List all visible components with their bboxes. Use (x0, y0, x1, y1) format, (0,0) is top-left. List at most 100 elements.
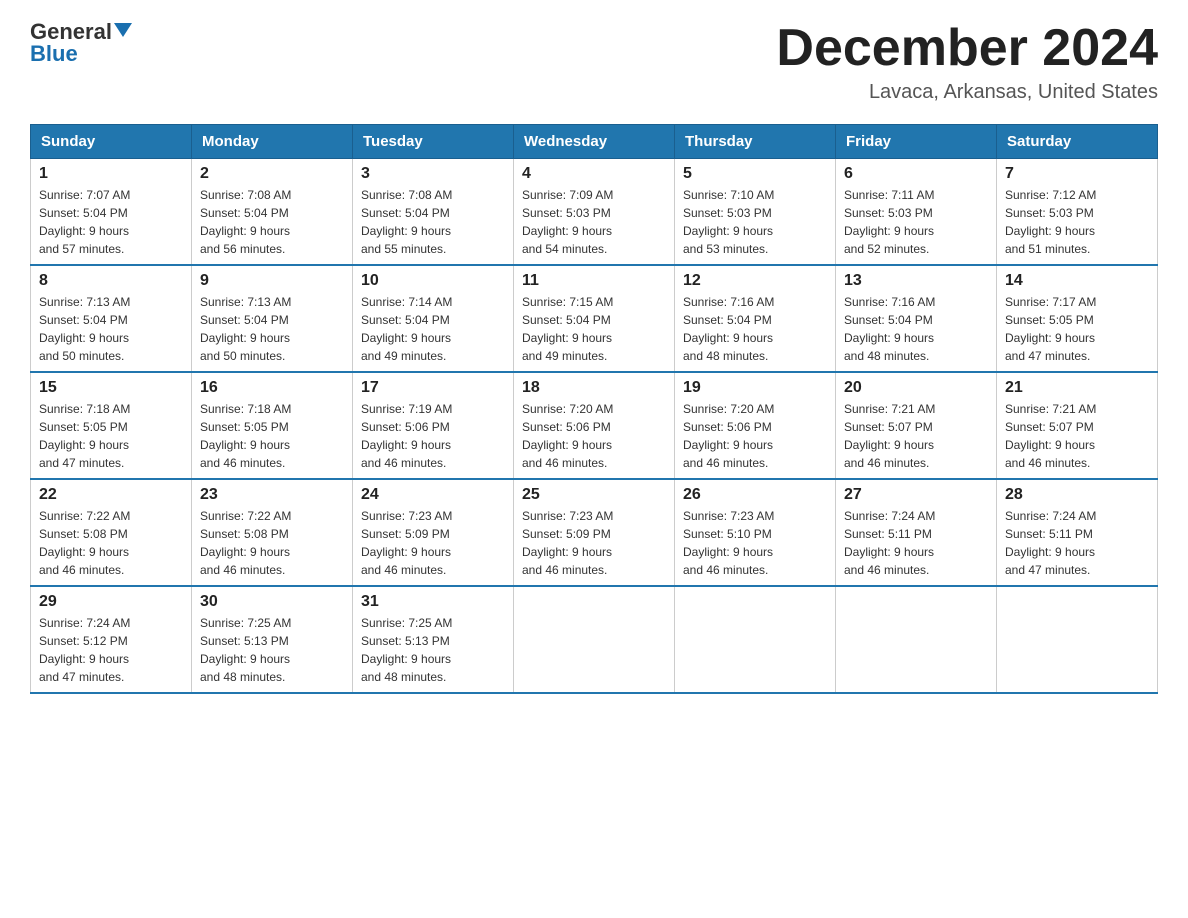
calendar-cell: 13 Sunrise: 7:16 AM Sunset: 5:04 PM Dayl… (836, 265, 997, 372)
day-number: 17 (361, 379, 505, 397)
day-number: 6 (844, 165, 988, 183)
day-number: 13 (844, 272, 988, 290)
day-number: 7 (1005, 165, 1149, 183)
calendar-table: Sunday Monday Tuesday Wednesday Thursday… (30, 124, 1158, 694)
day-number: 29 (39, 593, 183, 611)
calendar-cell: 18 Sunrise: 7:20 AM Sunset: 5:06 PM Dayl… (514, 372, 675, 479)
day-info: Sunrise: 7:12 AM Sunset: 5:03 PM Dayligh… (1005, 186, 1149, 258)
calendar-subtitle: Lavaca, Arkansas, United States (776, 81, 1158, 104)
calendar-cell: 6 Sunrise: 7:11 AM Sunset: 5:03 PM Dayli… (836, 159, 997, 266)
calendar-cell: 17 Sunrise: 7:19 AM Sunset: 5:06 PM Dayl… (353, 372, 514, 479)
calendar-cell (997, 586, 1158, 693)
day-info: Sunrise: 7:24 AM Sunset: 5:12 PM Dayligh… (39, 614, 183, 686)
calendar-cell: 1 Sunrise: 7:07 AM Sunset: 5:04 PM Dayli… (31, 159, 192, 266)
day-number: 30 (200, 593, 344, 611)
calendar-cell: 26 Sunrise: 7:23 AM Sunset: 5:10 PM Dayl… (675, 479, 836, 586)
day-info: Sunrise: 7:15 AM Sunset: 5:04 PM Dayligh… (522, 293, 666, 365)
calendar-week-5: 29 Sunrise: 7:24 AM Sunset: 5:12 PM Dayl… (31, 586, 1158, 693)
calendar-cell: 22 Sunrise: 7:22 AM Sunset: 5:08 PM Dayl… (31, 479, 192, 586)
day-info: Sunrise: 7:07 AM Sunset: 5:04 PM Dayligh… (39, 186, 183, 258)
day-number: 22 (39, 486, 183, 504)
calendar-cell: 4 Sunrise: 7:09 AM Sunset: 5:03 PM Dayli… (514, 159, 675, 266)
day-number: 5 (683, 165, 827, 183)
calendar-cell: 2 Sunrise: 7:08 AM Sunset: 5:04 PM Dayli… (192, 159, 353, 266)
title-block: December 2024 Lavaca, Arkansas, United S… (776, 20, 1158, 104)
calendar-cell: 28 Sunrise: 7:24 AM Sunset: 5:11 PM Dayl… (997, 479, 1158, 586)
day-info: Sunrise: 7:18 AM Sunset: 5:05 PM Dayligh… (200, 400, 344, 472)
calendar-cell: 20 Sunrise: 7:21 AM Sunset: 5:07 PM Dayl… (836, 372, 997, 479)
day-info: Sunrise: 7:10 AM Sunset: 5:03 PM Dayligh… (683, 186, 827, 258)
day-number: 2 (200, 165, 344, 183)
day-number: 18 (522, 379, 666, 397)
day-number: 25 (522, 486, 666, 504)
col-monday: Monday (192, 125, 353, 159)
calendar-cell: 19 Sunrise: 7:20 AM Sunset: 5:06 PM Dayl… (675, 372, 836, 479)
calendar-cell: 24 Sunrise: 7:23 AM Sunset: 5:09 PM Dayl… (353, 479, 514, 586)
calendar-cell: 23 Sunrise: 7:22 AM Sunset: 5:08 PM Dayl… (192, 479, 353, 586)
col-sunday: Sunday (31, 125, 192, 159)
calendar-title: December 2024 (776, 20, 1158, 77)
day-number: 23 (200, 486, 344, 504)
calendar-cell (675, 586, 836, 693)
calendar-week-4: 22 Sunrise: 7:22 AM Sunset: 5:08 PM Dayl… (31, 479, 1158, 586)
day-number: 26 (683, 486, 827, 504)
calendar-cell: 9 Sunrise: 7:13 AM Sunset: 5:04 PM Dayli… (192, 265, 353, 372)
day-info: Sunrise: 7:24 AM Sunset: 5:11 PM Dayligh… (1005, 507, 1149, 579)
col-saturday: Saturday (997, 125, 1158, 159)
day-info: Sunrise: 7:21 AM Sunset: 5:07 PM Dayligh… (844, 400, 988, 472)
day-number: 1 (39, 165, 183, 183)
day-number: 20 (844, 379, 988, 397)
day-info: Sunrise: 7:24 AM Sunset: 5:11 PM Dayligh… (844, 507, 988, 579)
calendar-cell: 10 Sunrise: 7:14 AM Sunset: 5:04 PM Dayl… (353, 265, 514, 372)
col-friday: Friday (836, 125, 997, 159)
day-number: 14 (1005, 272, 1149, 290)
calendar-cell: 27 Sunrise: 7:24 AM Sunset: 5:11 PM Dayl… (836, 479, 997, 586)
day-info: Sunrise: 7:25 AM Sunset: 5:13 PM Dayligh… (200, 614, 344, 686)
calendar-cell: 7 Sunrise: 7:12 AM Sunset: 5:03 PM Dayli… (997, 159, 1158, 266)
calendar-cell: 29 Sunrise: 7:24 AM Sunset: 5:12 PM Dayl… (31, 586, 192, 693)
day-info: Sunrise: 7:23 AM Sunset: 5:10 PM Dayligh… (683, 507, 827, 579)
calendar-cell (836, 586, 997, 693)
calendar-cell: 12 Sunrise: 7:16 AM Sunset: 5:04 PM Dayl… (675, 265, 836, 372)
day-info: Sunrise: 7:23 AM Sunset: 5:09 PM Dayligh… (522, 507, 666, 579)
calendar-cell: 21 Sunrise: 7:21 AM Sunset: 5:07 PM Dayl… (997, 372, 1158, 479)
day-info: Sunrise: 7:13 AM Sunset: 5:04 PM Dayligh… (200, 293, 344, 365)
day-info: Sunrise: 7:11 AM Sunset: 5:03 PM Dayligh… (844, 186, 988, 258)
day-number: 31 (361, 593, 505, 611)
calendar-cell: 8 Sunrise: 7:13 AM Sunset: 5:04 PM Dayli… (31, 265, 192, 372)
calendar-cell: 5 Sunrise: 7:10 AM Sunset: 5:03 PM Dayli… (675, 159, 836, 266)
day-number: 24 (361, 486, 505, 504)
day-info: Sunrise: 7:08 AM Sunset: 5:04 PM Dayligh… (361, 186, 505, 258)
calendar-cell: 14 Sunrise: 7:17 AM Sunset: 5:05 PM Dayl… (997, 265, 1158, 372)
calendar-cell: 16 Sunrise: 7:18 AM Sunset: 5:05 PM Dayl… (192, 372, 353, 479)
calendar-week-2: 8 Sunrise: 7:13 AM Sunset: 5:04 PM Dayli… (31, 265, 1158, 372)
col-wednesday: Wednesday (514, 125, 675, 159)
logo: General Blue (30, 20, 132, 66)
day-info: Sunrise: 7:20 AM Sunset: 5:06 PM Dayligh… (683, 400, 827, 472)
day-number: 4 (522, 165, 666, 183)
day-info: Sunrise: 7:16 AM Sunset: 5:04 PM Dayligh… (844, 293, 988, 365)
logo-text-blue: Blue (30, 42, 78, 66)
day-number: 10 (361, 272, 505, 290)
day-info: Sunrise: 7:20 AM Sunset: 5:06 PM Dayligh… (522, 400, 666, 472)
day-info: Sunrise: 7:23 AM Sunset: 5:09 PM Dayligh… (361, 507, 505, 579)
day-number: 21 (1005, 379, 1149, 397)
day-info: Sunrise: 7:21 AM Sunset: 5:07 PM Dayligh… (1005, 400, 1149, 472)
col-thursday: Thursday (675, 125, 836, 159)
calendar-cell: 25 Sunrise: 7:23 AM Sunset: 5:09 PM Dayl… (514, 479, 675, 586)
day-number: 3 (361, 165, 505, 183)
calendar-header-row: Sunday Monday Tuesday Wednesday Thursday… (31, 125, 1158, 159)
day-info: Sunrise: 7:13 AM Sunset: 5:04 PM Dayligh… (39, 293, 183, 365)
day-number: 27 (844, 486, 988, 504)
day-number: 8 (39, 272, 183, 290)
calendar-cell: 30 Sunrise: 7:25 AM Sunset: 5:13 PM Dayl… (192, 586, 353, 693)
day-info: Sunrise: 7:17 AM Sunset: 5:05 PM Dayligh… (1005, 293, 1149, 365)
day-info: Sunrise: 7:08 AM Sunset: 5:04 PM Dayligh… (200, 186, 344, 258)
calendar-cell: 15 Sunrise: 7:18 AM Sunset: 5:05 PM Dayl… (31, 372, 192, 479)
day-info: Sunrise: 7:22 AM Sunset: 5:08 PM Dayligh… (200, 507, 344, 579)
col-tuesday: Tuesday (353, 125, 514, 159)
calendar-week-1: 1 Sunrise: 7:07 AM Sunset: 5:04 PM Dayli… (31, 159, 1158, 266)
calendar-week-3: 15 Sunrise: 7:18 AM Sunset: 5:05 PM Dayl… (31, 372, 1158, 479)
day-number: 9 (200, 272, 344, 290)
page-header: General Blue December 2024 Lavaca, Arkan… (30, 20, 1158, 104)
